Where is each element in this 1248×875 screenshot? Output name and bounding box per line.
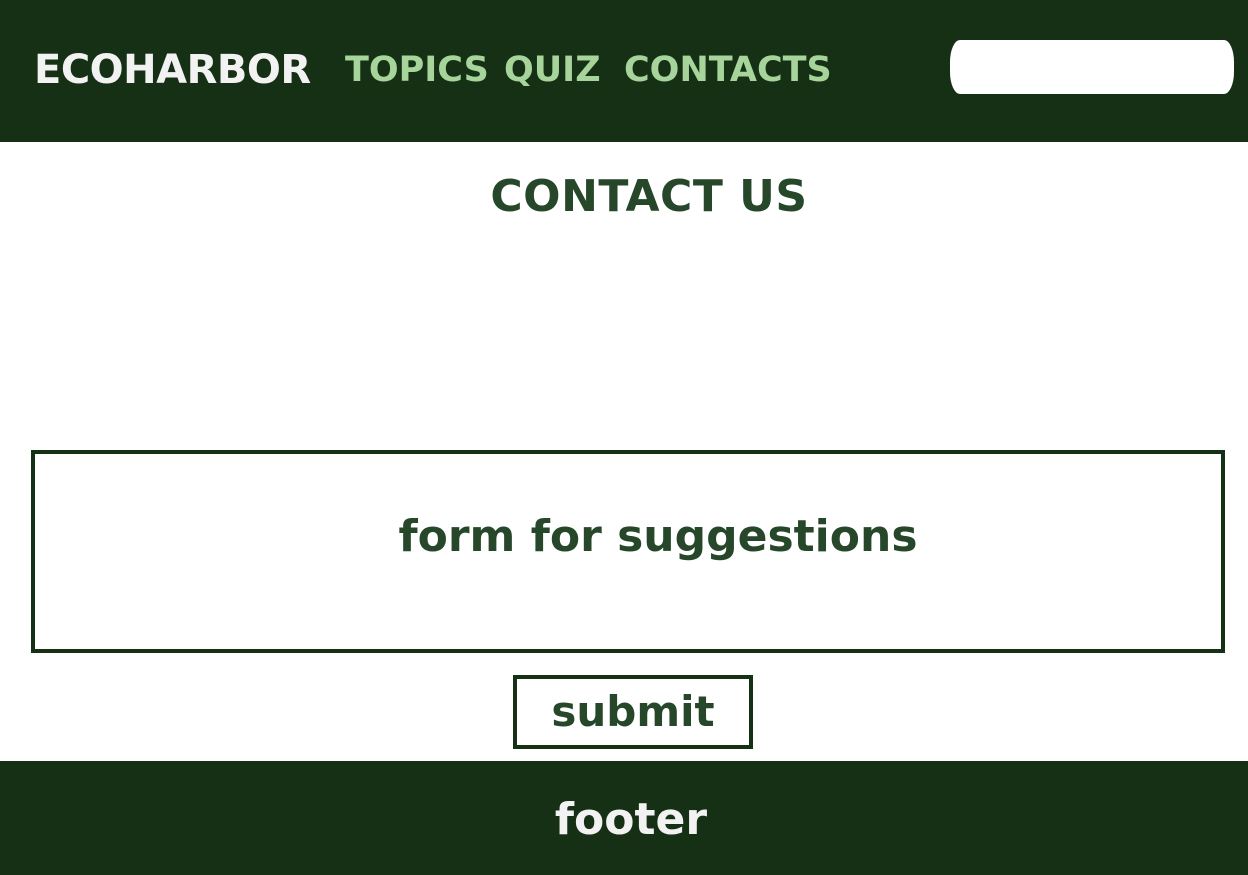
site-footer: footer: [0, 761, 1248, 875]
page: ECOHARBOR TOPICS QUIZ CONTACTS CONTACT U…: [0, 0, 1248, 875]
suggestion-form-label: form for suggestions: [398, 510, 918, 562]
site-header: ECOHARBOR TOPICS QUIZ CONTACTS: [0, 0, 1248, 142]
suggestion-form[interactable]: form for suggestions: [31, 450, 1225, 653]
page-title: CONTACT US: [490, 171, 808, 222]
submit-button[interactable]: submit: [513, 675, 753, 749]
footer-text: footer: [554, 794, 708, 845]
nav-link-topics[interactable]: TOPICS: [345, 50, 489, 90]
search-input[interactable]: [950, 40, 1234, 94]
nav-link-contacts[interactable]: CONTACTS: [624, 50, 832, 90]
site-logo[interactable]: ECOHARBOR: [34, 48, 311, 92]
nav-link-quiz[interactable]: QUIZ: [504, 50, 601, 90]
